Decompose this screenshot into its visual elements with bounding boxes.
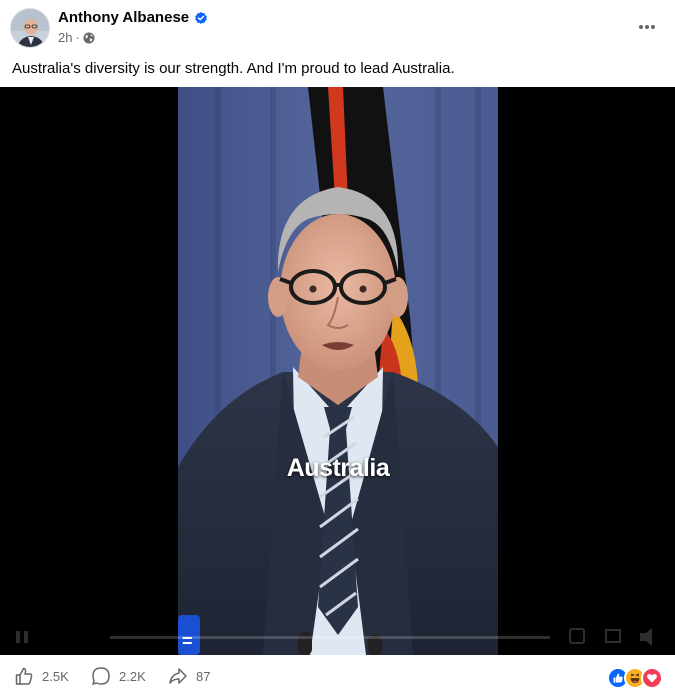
pause-icon — [16, 631, 20, 643]
video-frame[interactable]: = Australia — [178, 87, 498, 655]
globe-icon[interactable] — [83, 32, 95, 44]
volume-icon — [640, 628, 652, 646]
comment-bubble-icon — [92, 667, 110, 685]
share-button[interactable]: 87 — [168, 666, 210, 686]
comment-count: 2.2K — [119, 668, 146, 684]
comment-button[interactable]: 2.2K — [91, 666, 146, 686]
post-header: Anthony Albanese 2h · — [0, 0, 675, 56]
video-still-image: = — [178, 87, 498, 655]
author-name[interactable]: Anthony Albanese — [58, 9, 208, 26]
post-actions: 2.5K 2.2K 87 — [0, 656, 675, 696]
video-controls[interactable] — [0, 621, 675, 655]
settings-icon — [569, 628, 585, 644]
share-count: 87 — [196, 668, 211, 684]
author-name-text[interactable]: Anthony Albanese — [58, 9, 189, 26]
post-meta: 2h · — [58, 30, 95, 45]
fullscreen-icon — [605, 629, 621, 643]
share-arrow-icon — [169, 668, 187, 684]
post-time[interactable]: 2h — [58, 30, 72, 45]
reaction-summary[interactable] — [607, 667, 663, 689]
verified-badge-icon — [194, 11, 208, 25]
more-options-button[interactable] — [635, 15, 659, 39]
meta-separator: · — [75, 30, 80, 45]
like-button[interactable]: 2.5K — [14, 666, 69, 686]
post-caption: Australia's diversity is our strength. A… — [12, 60, 455, 77]
thumbs-up-icon — [15, 667, 33, 685]
author-avatar[interactable] — [10, 8, 50, 48]
more-options-icon — [639, 25, 655, 29]
love-reaction-icon — [641, 667, 663, 689]
video-subtitle: Australia — [286, 454, 390, 482]
like-count: 2.5K — [42, 668, 69, 684]
video-player[interactable]: = Australia — [0, 87, 675, 655]
video-progress-bar — [110, 636, 550, 639]
